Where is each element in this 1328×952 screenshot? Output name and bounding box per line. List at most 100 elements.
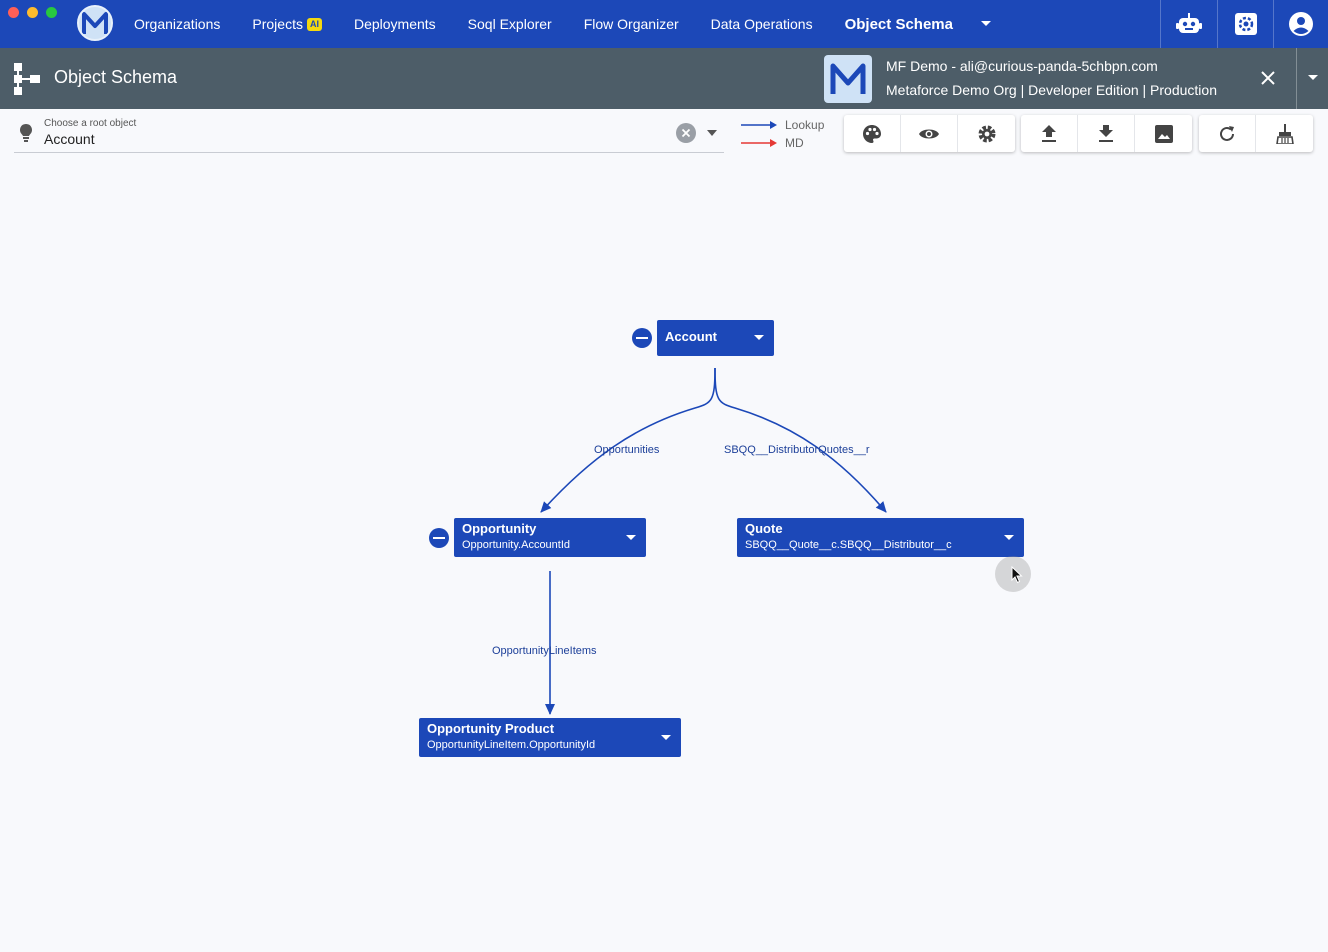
caret-down-icon[interactable] <box>626 534 636 540</box>
settings-button[interactable] <box>958 115 1015 152</box>
caret-down-icon[interactable] <box>1004 534 1014 540</box>
close-window-button[interactable] <box>8 7 19 18</box>
node-title: Account <box>665 329 717 344</box>
node-quote[interactable]: Quote SBQQ__Quote__c.SBQQ__Distributor__… <box>737 518 1024 557</box>
image-icon <box>1154 124 1173 143</box>
nav-label: Projects <box>252 16 303 32</box>
nav-label: Object Schema <box>844 15 953 33</box>
nav-label: Organizations <box>134 16 221 32</box>
page-title: Object Schema <box>54 67 178 87</box>
node-account[interactable]: Account <box>657 320 774 356</box>
view-options-group <box>844 115 1015 152</box>
metaforce-logo-icon <box>82 12 108 34</box>
download-button[interactable] <box>1078 115 1135 152</box>
window-controls <box>8 7 57 18</box>
caret-down-icon[interactable] <box>661 734 671 740</box>
nav-divider <box>1273 0 1274 48</box>
settings-button[interactable] <box>1230 8 1262 40</box>
relationship-legend: Lookup MD <box>741 116 824 152</box>
nav-label: Deployments <box>353 16 436 32</box>
page-header: Object Schema MF Demo - ali@curious-pand… <box>0 48 1328 109</box>
minus-icon <box>636 337 648 339</box>
metaforce-logo-icon <box>830 63 866 94</box>
node-relationship-field: Opportunity.AccountId <box>462 539 571 551</box>
edge-label-opportunities: Opportunities <box>594 444 660 456</box>
maximize-window-button[interactable] <box>46 7 57 18</box>
upload-icon <box>1042 124 1056 142</box>
import-export-group <box>1021 115 1192 152</box>
nav-flow-organizer[interactable]: Flow Organizer <box>568 0 695 48</box>
org-logo <box>824 55 872 103</box>
nav-object-schema[interactable]: Object Schema <box>829 0 969 48</box>
nav-divider <box>1160 0 1161 48</box>
nav-divider <box>1217 0 1218 48</box>
download-icon <box>1099 124 1113 142</box>
nav-label: Data Operations <box>710 16 813 32</box>
root-object-select[interactable]: Choose a root object Account <box>14 114 724 153</box>
node-opportunity-product[interactable]: Opportunity Product OpportunityLineItem.… <box>419 718 681 757</box>
legend-md: MD <box>741 134 824 152</box>
schema-canvas[interactable]: Opportunities SBQQ__DistributorQuotes__r… <box>0 156 1328 952</box>
lookup-arrow-icon <box>741 121 777 129</box>
settings-icon <box>1235 13 1257 35</box>
lightbulb-icon <box>18 123 34 148</box>
refresh-button[interactable] <box>1199 115 1256 152</box>
collapse-opportunity-button[interactable] <box>429 528 449 548</box>
robot-icon <box>1176 13 1202 33</box>
nav-more-button[interactable] <box>970 12 1002 36</box>
account-circle-icon <box>1289 12 1313 36</box>
edge-label-line-items: OpportunityLineItems <box>492 645 597 657</box>
root-object-value: Account <box>44 131 95 147</box>
org-name: MF Demo - ali@curious-panda-5chbpn.com <box>886 58 1158 74</box>
color-theme-button[interactable] <box>844 115 901 152</box>
node-title: Opportunity <box>462 521 537 536</box>
diagram-actions-group <box>1199 115 1313 152</box>
visibility-button[interactable] <box>901 115 958 152</box>
node-title: Quote <box>745 521 783 536</box>
node-relationship-field: SBQQ__Quote__c.SBQQ__Distributor__c <box>745 539 952 551</box>
root-object-dropdown-button[interactable] <box>704 123 720 143</box>
header-divider <box>1296 48 1297 109</box>
mouse-cursor-icon <box>1011 565 1023 589</box>
close-org-button[interactable] <box>1255 65 1281 91</box>
ai-assistant-button[interactable] <box>1173 8 1205 40</box>
collapse-account-button[interactable] <box>632 328 652 348</box>
nav-soql-explorer[interactable]: Soql Explorer <box>452 0 568 48</box>
nav-items: Organizations Projects AI Deployments Soq… <box>118 0 969 48</box>
minimize-window-button[interactable] <box>27 7 38 18</box>
node-title: Opportunity Product <box>427 721 555 736</box>
nav-label: Soql Explorer <box>467 16 552 32</box>
upload-button[interactable] <box>1021 115 1078 152</box>
refresh-icon <box>1220 125 1234 141</box>
eye-icon <box>919 129 939 138</box>
md-arrow-icon <box>741 139 777 147</box>
nav-deployments[interactable]: Deployments <box>338 0 452 48</box>
org-menu-button[interactable] <box>1300 66 1326 90</box>
legend-md-label: MD <box>785 136 804 150</box>
edge-label-distributor-quotes: SBQQ__DistributorQuotes__r <box>724 444 870 456</box>
node-opportunity[interactable]: Opportunity Opportunity.AccountId <box>454 518 646 557</box>
legend-lookup: Lookup <box>741 116 824 134</box>
clear-selection-button[interactable] <box>676 123 696 143</box>
edge-distributor-quotes <box>714 367 887 513</box>
clean-button[interactable] <box>1256 115 1313 152</box>
export-image-button[interactable] <box>1135 115 1192 152</box>
nav-data-operations[interactable]: Data Operations <box>695 0 829 48</box>
account-button[interactable] <box>1285 8 1317 40</box>
chevron-down-icon <box>1308 75 1318 80</box>
schema-tree-icon <box>14 63 40 100</box>
chevron-down-icon <box>981 21 991 26</box>
caret-down-icon <box>707 130 717 136</box>
close-icon <box>681 128 691 138</box>
ai-badge: AI <box>306 17 322 31</box>
caret-down-icon[interactable] <box>754 335 764 340</box>
node-relationship-field: OpportunityLineItem.OpportunityId <box>427 739 596 751</box>
nav-organizations[interactable]: Organizations <box>118 0 236 48</box>
nav-projects[interactable]: Projects AI <box>236 0 338 48</box>
relationship-edges <box>540 367 887 715</box>
gear-icon <box>978 125 995 142</box>
palette-icon <box>863 124 881 143</box>
app-logo[interactable] <box>77 5 113 41</box>
edge-opportunities <box>540 367 716 513</box>
minus-icon <box>433 537 445 539</box>
